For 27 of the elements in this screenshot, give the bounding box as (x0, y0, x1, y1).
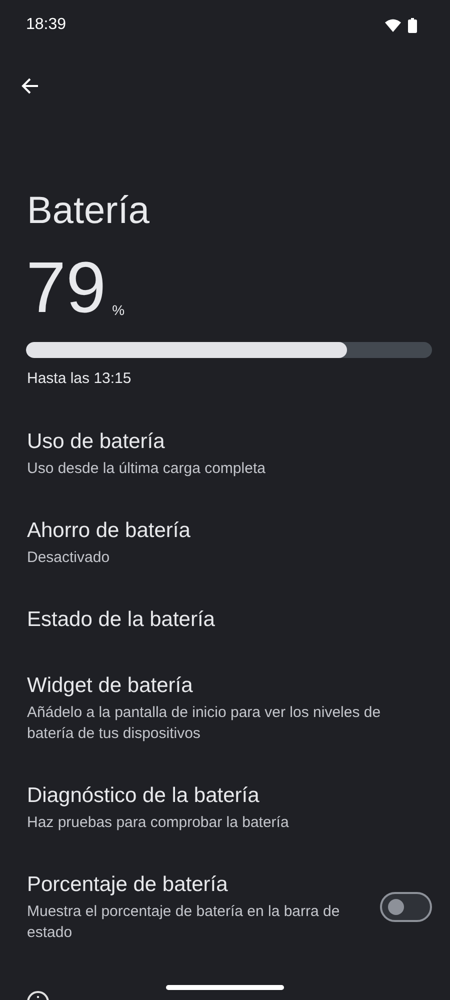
percent-sign: % (112, 302, 125, 318)
time-estimate: Hasta las 13:15 (27, 370, 132, 387)
item-title: Ahorro de batería (27, 518, 192, 544)
item-subtitle: Añádelo a la pantalla de inicio para ver los niveles de batería de tus dispositivos (27, 703, 382, 744)
item-title: Diagnóstico de la batería (27, 783, 260, 809)
back-arrow-icon (20, 76, 40, 96)
settings-item[interactable]: Porcentaje de batería Muestra el porcentaje de batería en la barra de estado (0, 852, 450, 962)
settings-item[interactable]: Diagnóstico de la batería Haz pruebas para comprobar la batería (0, 763, 450, 852)
item-subtitle: Muestra el porcentaje de batería en la barra de estado (27, 902, 341, 943)
item-title: Estado de la batería (27, 607, 216, 633)
item-subtitle: Desactivado (27, 548, 111, 568)
battery-icon (408, 18, 417, 32)
status-time: 18:39 (26, 16, 66, 34)
settings-item[interactable]: Uso de batería Uso desde la última carga completa (0, 409, 450, 498)
page-title: Batería (27, 189, 151, 234)
item-title: Widget de batería (27, 673, 194, 699)
item-title: Porcentaje de batería (27, 872, 229, 898)
item-subtitle: Uso desde la última carga completa (27, 459, 266, 479)
wifi-icon (385, 18, 401, 32)
settings-item[interactable]: Ahorro de batería Desactivado (0, 498, 450, 587)
battery-percentage: 79 (26, 252, 106, 324)
item-title: Uso de batería (27, 429, 166, 455)
toggle-switch[interactable] (380, 892, 432, 922)
info-icon (26, 990, 50, 1000)
settings-item[interactable]: Estado de la batería (0, 587, 450, 653)
settings-item[interactable]: Widget de batería Añádelo a la pantalla de inicio para ver los niveles de batería de tus dispositivos (0, 653, 450, 763)
item-subtitle: Haz pruebas para comprobar la batería (27, 813, 290, 833)
